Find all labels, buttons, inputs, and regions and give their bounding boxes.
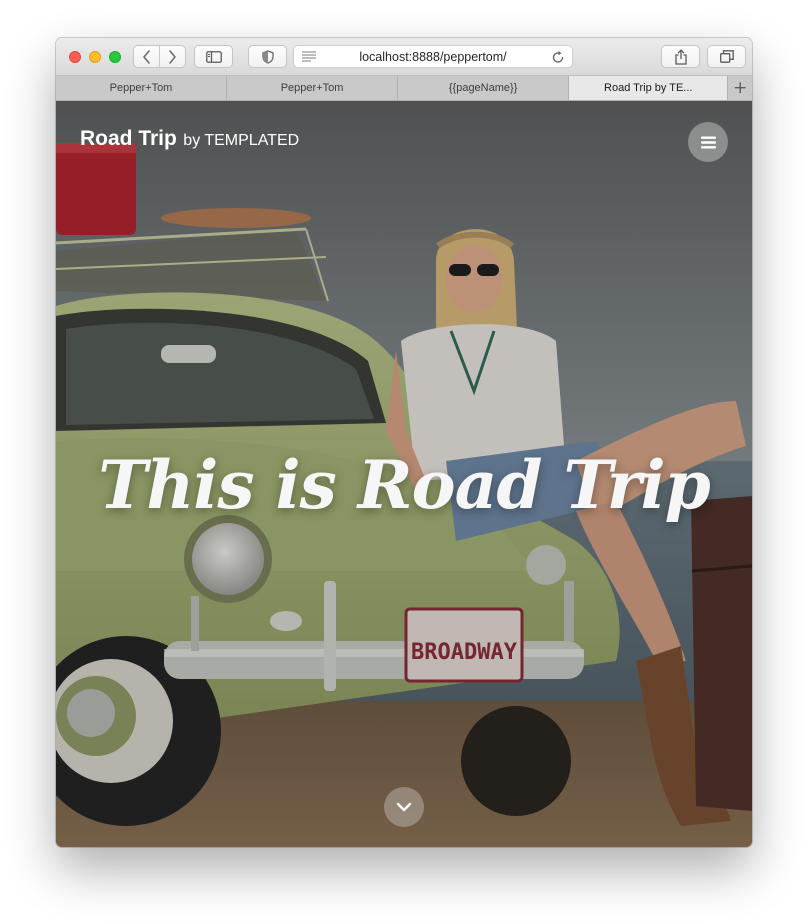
tab-label: Pepper+Tom bbox=[280, 82, 344, 94]
tab-1[interactable]: Pepper+Tom bbox=[56, 76, 228, 100]
back-forward-group bbox=[133, 45, 186, 68]
privacy-report-button[interactable] bbox=[248, 45, 287, 68]
tab-label: Road Trip by TE... bbox=[604, 82, 693, 94]
forward-button[interactable] bbox=[160, 46, 185, 67]
browser-toolbar: localhost:8888/peppertom/ bbox=[56, 38, 752, 76]
share-button[interactable] bbox=[661, 45, 700, 68]
chevron-down-icon bbox=[396, 802, 412, 812]
tab-label: Pepper+Tom bbox=[109, 82, 173, 94]
url-text[interactable]: localhost:8888/peppertom/ bbox=[294, 50, 572, 64]
menu-button[interactable] bbox=[688, 122, 728, 162]
tab-bar: Pepper+Tom Pepper+Tom {{pageName}} Road … bbox=[56, 76, 752, 101]
new-tab-button[interactable]: + bbox=[728, 76, 752, 100]
tab-label: {{pageName}} bbox=[448, 82, 518, 94]
tab-overview-icon bbox=[719, 50, 734, 63]
reload-icon[interactable] bbox=[552, 50, 565, 64]
hamburger-menu-icon bbox=[700, 136, 716, 148]
close-window-button[interactable] bbox=[69, 51, 81, 63]
sidebar-button[interactable] bbox=[194, 45, 233, 68]
logo-brand: Road Trip bbox=[80, 127, 177, 150]
share-icon bbox=[674, 48, 687, 65]
shield-icon bbox=[261, 49, 274, 64]
tab-3[interactable]: {{pageName}} bbox=[398, 76, 570, 100]
scroll-down-button[interactable] bbox=[384, 787, 424, 827]
address-bar[interactable]: localhost:8888/peppertom/ bbox=[293, 45, 573, 68]
sidebar-icon bbox=[205, 50, 222, 63]
minimize-window-button[interactable] bbox=[89, 51, 101, 63]
page-content: BROADWAY Road Trip by TEMPLATED This is … bbox=[56, 101, 752, 847]
back-button[interactable] bbox=[134, 46, 159, 67]
chevron-left-icon bbox=[142, 49, 150, 64]
logo-by-templated: by TEMPLATED bbox=[183, 132, 300, 149]
browser-window: localhost:8888/peppertom/ Pepper+Tom Pep… bbox=[56, 38, 752, 847]
maximize-window-button[interactable] bbox=[109, 51, 121, 63]
chevron-right-icon bbox=[169, 49, 177, 64]
tab-4-active[interactable]: Road Trip by TE... bbox=[569, 76, 729, 100]
site-logo[interactable]: Road Trip by TEMPLATED bbox=[80, 127, 299, 151]
hero-headline: This is Road Trip bbox=[98, 446, 711, 524]
tab-overview-button[interactable] bbox=[707, 45, 746, 68]
tab-2[interactable]: Pepper+Tom bbox=[227, 76, 399, 100]
